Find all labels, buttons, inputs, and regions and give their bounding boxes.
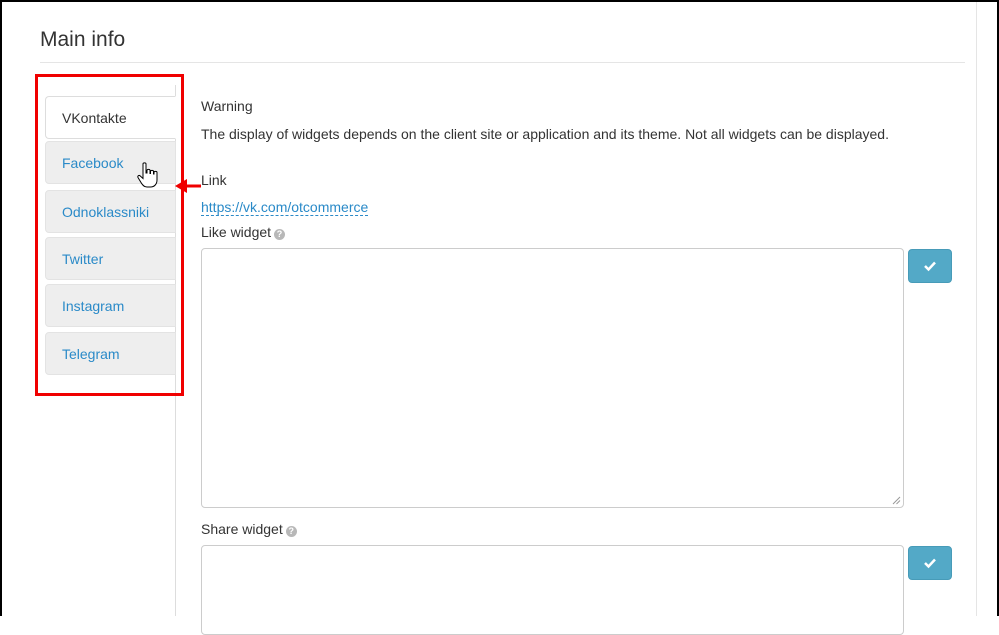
right-divider xyxy=(976,2,977,616)
share-widget-textarea[interactable] xyxy=(201,545,904,635)
checkmark-icon xyxy=(924,261,936,272)
warning-text: The display of widgets depends on the cl… xyxy=(201,126,889,142)
share-widget-label: Share widget? xyxy=(201,521,297,537)
page-title: Main info xyxy=(40,28,126,51)
like-widget-save-button[interactable] xyxy=(908,249,952,283)
vk-link[interactable]: https://vk.com/otcommerce xyxy=(201,200,369,216)
link-label: Link xyxy=(201,172,227,188)
share-widget-save-button[interactable] xyxy=(908,546,952,580)
like-widget-label-text: Like widget xyxy=(201,224,272,240)
warning-label: Warning xyxy=(201,98,253,114)
like-widget-textarea[interactable] xyxy=(201,248,904,508)
like-widget-label: Like widget? xyxy=(201,224,286,240)
title-divider xyxy=(40,62,965,63)
share-widget-label-text: Share widget xyxy=(201,521,283,537)
checkmark-icon xyxy=(924,558,936,569)
hand-pointer-icon xyxy=(137,162,158,188)
annotation-arrow xyxy=(175,179,201,193)
highlight-annotation xyxy=(35,74,184,396)
question-circle-icon[interactable]: ? xyxy=(274,229,286,240)
question-circle-icon[interactable]: ? xyxy=(285,526,297,537)
resize-grip-icon[interactable] xyxy=(892,496,901,505)
